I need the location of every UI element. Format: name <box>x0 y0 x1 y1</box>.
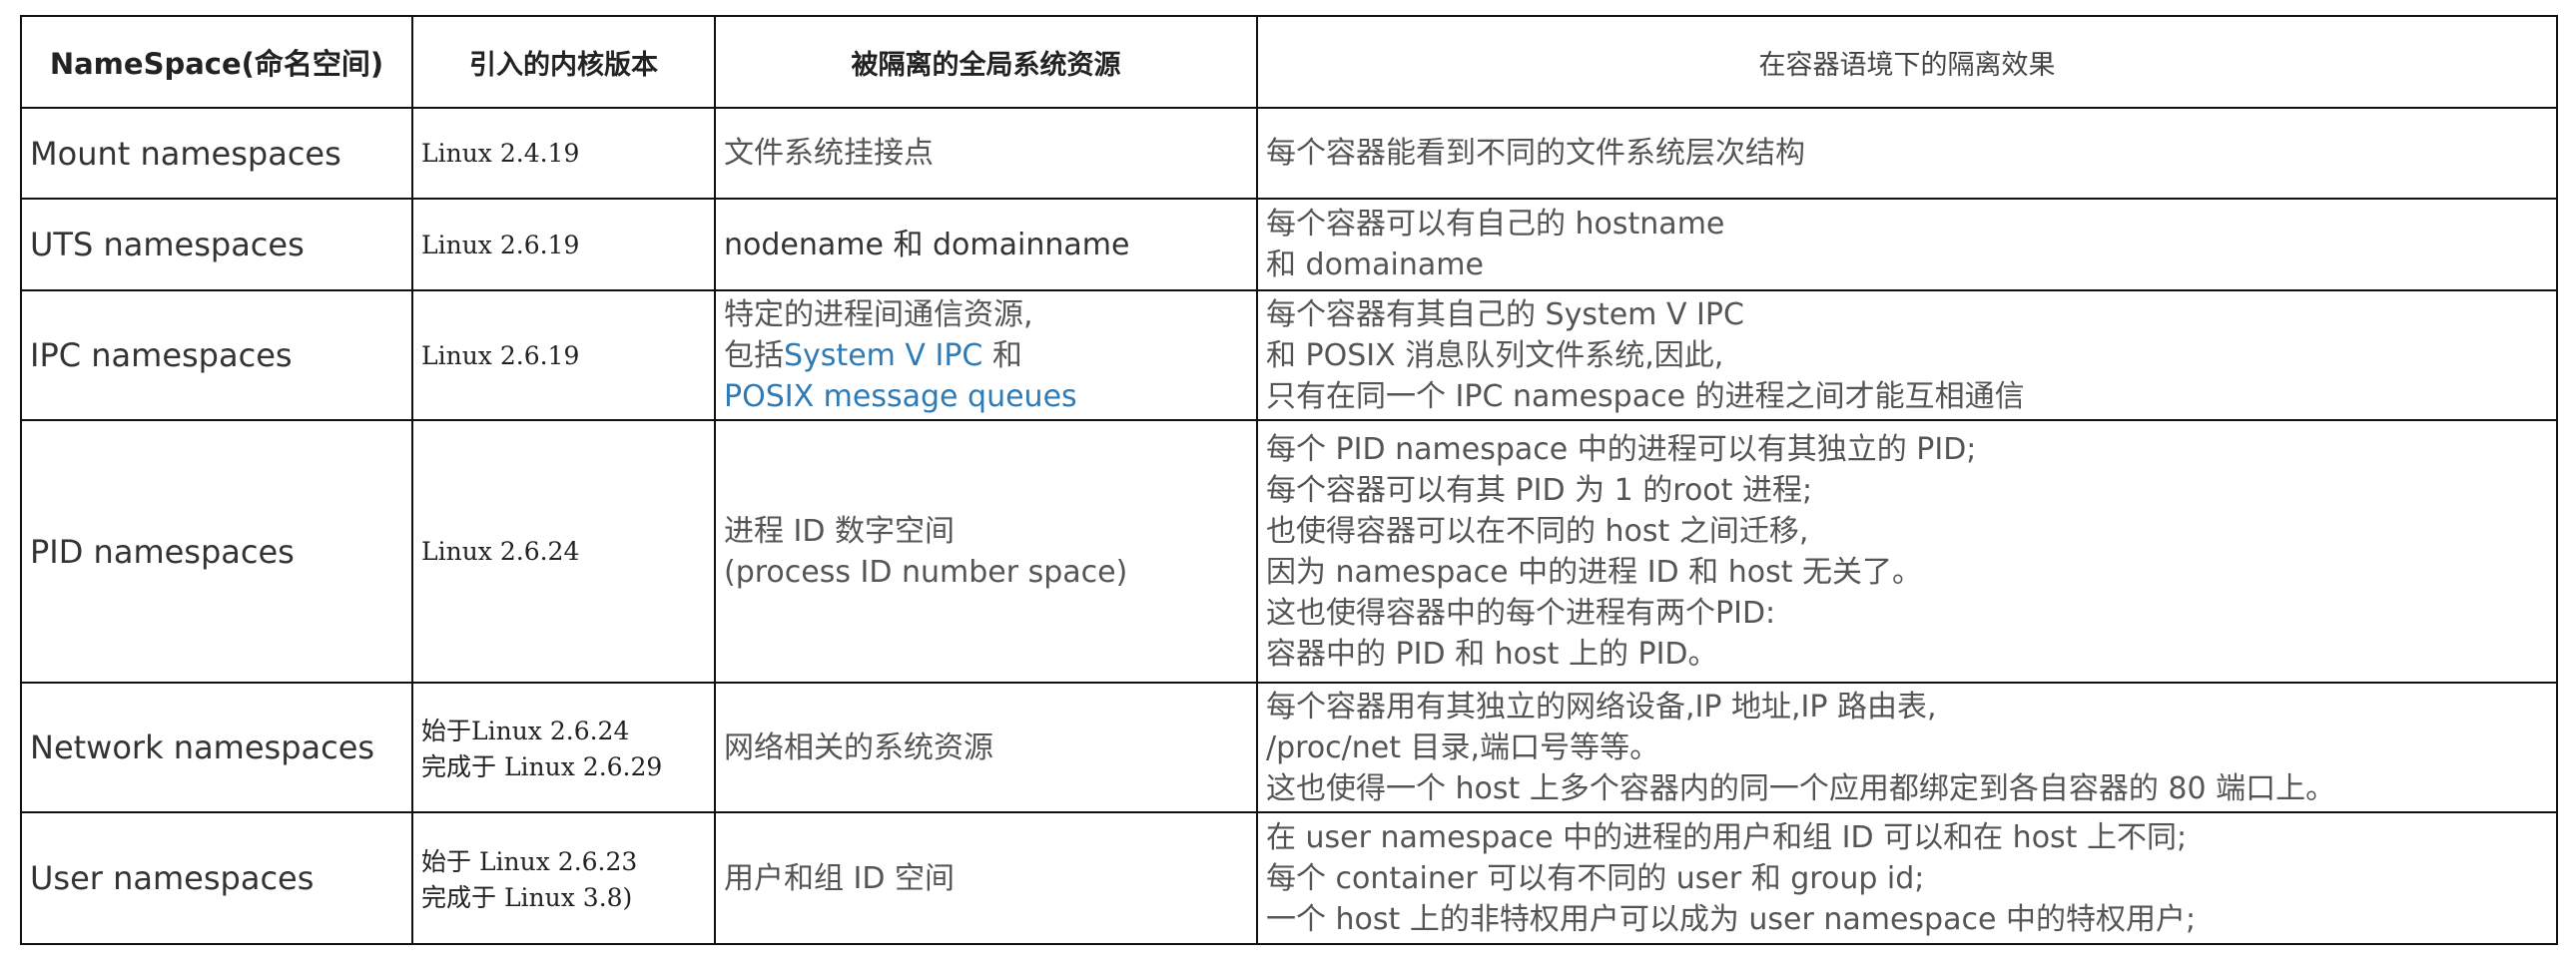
header-kernel-version: 引入的内核版本 <box>411 15 716 109</box>
effect-line: 这也使得容器中的每个进程有两个PID: <box>1266 595 1776 631</box>
kernel-line: Linux 2.4.19 <box>421 139 580 168</box>
namespace-table: NameSpace(命名空间) 引入的内核版本 被隔离的全局系统资源 在容器语境… <box>20 15 2558 945</box>
isolation-effect: 每个 PID namespace 中的进程可以有其独立的 PID; 每个容器可以… <box>1256 419 2558 684</box>
isolation-effect: 每个容器能看到不同的文件系统层次结构 <box>1256 107 2558 200</box>
effect-line: 容器中的 PID 和 host 上的 PID。 <box>1266 636 1718 672</box>
effect-line: /proc/net 目录,端口号等等。 <box>1266 729 1660 765</box>
effect-line: 和 POSIX 消息队列文件系统,因此, <box>1266 337 1724 373</box>
header-row: NameSpace(命名空间) 引入的内核版本 被隔离的全局系统资源 在容器语境… <box>20 15 2558 109</box>
namespace-name: Mount namespaces <box>20 107 413 200</box>
namespace-name: PID namespaces <box>20 419 413 684</box>
kernel-line: 始于Linux 2.6.24 <box>421 717 630 745</box>
isolated-resource: nodename 和 domainname <box>714 198 1258 291</box>
header-isolation-effect: 在容器语境下的隔离效果 <box>1256 15 2558 109</box>
kernel-line: Linux 2.6.19 <box>421 230 580 259</box>
resource-line: 特定的进程间通信资源, <box>724 296 1033 332</box>
resource-line: 包括System V IPC 和 <box>724 335 1248 376</box>
kernel-version: Linux 2.6.19 <box>411 289 716 421</box>
resource-line: (process ID number space) <box>724 554 1128 590</box>
resource-line: 网络相关的系统资源 <box>724 729 993 765</box>
table-row-user: User namespaces 始于 Linux 2.6.23 完成于 Linu… <box>20 811 2558 945</box>
isolation-effect: 每个容器有其自己的 System V IPC 和 POSIX 消息队列文件系统,… <box>1256 289 2558 421</box>
isolated-resource: 特定的进程间通信资源, 包括System V IPC 和 POSIX messa… <box>714 289 1258 421</box>
effect-line: 在 user namespace 中的进程的用户和组 ID 可以和在 host … <box>1266 819 2188 855</box>
effect-line: 每个容器能看到不同的文件系统层次结构 <box>1266 136 1805 171</box>
namespace-name: UTS namespaces <box>20 198 413 291</box>
resource-text: 和 <box>982 337 1022 373</box>
effect-line: 每个容器可以有自己的 hostname <box>1266 207 1725 242</box>
kernel-line: 完成于 Linux 2.6.29 <box>421 752 663 781</box>
isolation-effect: 在 user namespace 中的进程的用户和组 ID 可以和在 host … <box>1256 811 2558 945</box>
effect-line: 每个容器有其自己的 System V IPC <box>1266 296 1744 332</box>
resource-line: 进程 ID 数字空间 <box>724 513 956 549</box>
kernel-version: Linux 2.4.19 <box>411 107 716 200</box>
effect-line: 只有在同一个 IPC namespace 的进程之间才能互相通信 <box>1266 378 2025 414</box>
namespace-name: IPC namespaces <box>20 289 413 421</box>
header-isolated-resource: 被隔离的全局系统资源 <box>714 15 1258 109</box>
kernel-line: Linux 2.6.19 <box>421 340 580 370</box>
kernel-version: 始于 Linux 2.6.23 完成于 Linux 3.8) <box>411 811 716 945</box>
effect-line: 因为 namespace 中的进程 ID 和 host 无关了。 <box>1266 554 1923 590</box>
effect-line: 每个容器用有其独立的网络设备,IP 地址,IP 路由表, <box>1266 689 1937 725</box>
table-row-pid: PID namespaces Linux 2.6.24 进程 ID 数字空间 (… <box>20 419 2558 684</box>
resource-line: nodename 和 domainname <box>724 227 1130 262</box>
table-row-mount: Mount namespaces Linux 2.4.19 文件系统挂接点 每个… <box>20 107 2558 200</box>
system-v-ipc-link[interactable]: System V IPC <box>784 338 982 373</box>
isolated-resource: 用户和组 ID 空间 <box>714 811 1258 945</box>
effect-line: 每个 PID namespace 中的进程可以有其独立的 PID; <box>1266 431 1977 467</box>
namespace-name: Network namespaces <box>20 682 413 813</box>
namespace-name: User namespaces <box>20 811 413 945</box>
isolated-resource: 进程 ID 数字空间 (process ID number space) <box>714 419 1258 684</box>
kernel-line: 始于 Linux 2.6.23 <box>421 847 638 876</box>
resource-text: 包括 <box>724 337 784 373</box>
effect-line: 一个 host 上的非特权用户可以成为 user namespace 中的特权用… <box>1266 901 2197 937</box>
isolated-resource: 文件系统挂接点 <box>714 107 1258 200</box>
resource-line: 用户和组 ID 空间 <box>724 860 956 896</box>
kernel-line: Linux 2.6.24 <box>421 537 580 566</box>
effect-line: 也使得容器可以在不同的 host 之间迁移, <box>1266 513 1809 549</box>
effect-line: 每个 container 可以有不同的 user 和 group id; <box>1266 860 1925 896</box>
isolation-effect: 每个容器可以有自己的 hostname 和 domainame <box>1256 198 2558 291</box>
kernel-line: 完成于 Linux 3.8) <box>421 883 633 912</box>
isolation-effect: 每个容器用有其独立的网络设备,IP 地址,IP 路由表, /proc/net 目… <box>1256 682 2558 813</box>
effect-line: 和 domainame <box>1266 247 1484 282</box>
resource-line: 文件系统挂接点 <box>724 136 934 171</box>
kernel-version: Linux 2.6.24 <box>411 419 716 684</box>
header-namespace: NameSpace(命名空间) <box>20 15 413 109</box>
table-row-uts: UTS namespaces Linux 2.6.19 nodename 和 d… <box>20 198 2558 291</box>
kernel-version: 始于Linux 2.6.24 完成于 Linux 2.6.29 <box>411 682 716 813</box>
effect-line: 每个容器可以有其 PID 为 1 的root 进程; <box>1266 472 1813 508</box>
kernel-version: Linux 2.6.19 <box>411 198 716 291</box>
table-row-network: Network namespaces 始于Linux 2.6.24 完成于 Li… <box>20 682 2558 813</box>
table-row-ipc: IPC namespaces Linux 2.6.19 特定的进程间通信资源, … <box>20 289 2558 421</box>
isolated-resource: 网络相关的系统资源 <box>714 682 1258 813</box>
posix-message-queues-link[interactable]: POSIX message queues <box>724 376 1248 417</box>
effect-line: 这也使得一个 host 上多个容器内的同一个应用都绑定到各自容器的 80 端口上… <box>1266 770 2336 806</box>
